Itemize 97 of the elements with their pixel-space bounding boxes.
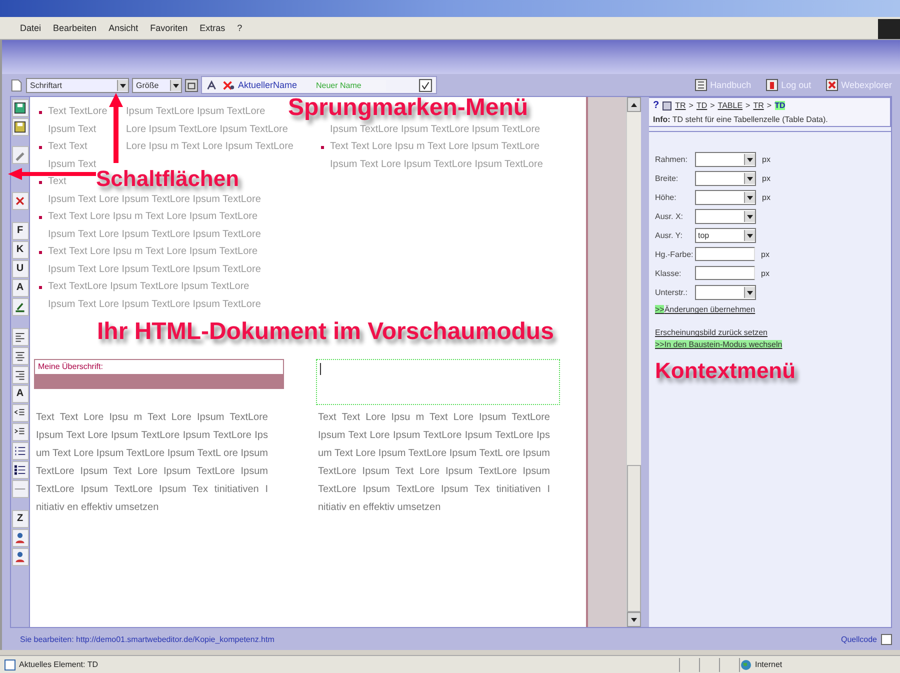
confirm-icon[interactable] bbox=[419, 78, 432, 92]
paragraph: Text Text Lore Ipsu m Text Lore Ipsum TextLore Ipsum Text Lore Ipsum TextLore Ipsum TextLore Ips um Text Lore Ipsum TextLore Ipsum TextL ore Ipsum TextLore Ipsum Text Lore Ipsum TextLore Ipsum TextLore Ipsum TextLore Ipsum Tex tinitiativen I nitiativ en effektiv umsetzen bbox=[317, 411, 550, 516]
separator: > bbox=[766, 101, 772, 110]
text-line: Ipsum Text Lore Ipsum TextLore Ipsum TextLore bbox=[47, 262, 261, 277]
format-button[interactable]: Z bbox=[12, 510, 28, 528]
select-field[interactable] bbox=[695, 208, 756, 224]
text-line: Lore Ipsu m Text Lore Ipsum TextLore bbox=[126, 140, 294, 154]
status-text: Aktuelles Element: TD bbox=[19, 660, 98, 670]
size-select[interactable]: Größe bbox=[132, 78, 182, 93]
annotation-label: Sprungmarken-Menü bbox=[288, 96, 528, 120]
menu-item[interactable]: ? bbox=[237, 23, 242, 33]
separator: > bbox=[710, 101, 715, 110]
field-label: Höhe: bbox=[655, 192, 678, 202]
person-icon[interactable] bbox=[12, 529, 28, 548]
separator: > bbox=[688, 101, 694, 110]
select-field[interactable] bbox=[695, 190, 756, 205]
separator: > bbox=[746, 101, 750, 110]
font-select[interactable]: Schriftart bbox=[26, 78, 129, 93]
bulleted-icon[interactable] bbox=[12, 461, 28, 480]
breadcrumb-link[interactable]: TD bbox=[774, 101, 786, 110]
unit-label: px bbox=[762, 174, 770, 183]
align-center-icon[interactable] bbox=[12, 347, 28, 366]
annotation-label: Ihr HTML-Dokument im Vorschaumodus bbox=[97, 320, 554, 344]
menu-item[interactable]: Extras bbox=[200, 23, 226, 33]
text-line: Ipsum Text Lore Ipsum TextLore Ipsum TextLore bbox=[329, 158, 543, 172]
action-link[interactable]: >>Änderungen übernehmen bbox=[655, 305, 756, 314]
text-line: Ipsum Text Lore Ipsum TextLore Ipsum TextLore bbox=[47, 298, 261, 312]
checkbox[interactable] bbox=[881, 634, 892, 645]
annotation-label: Kontextmenü bbox=[655, 360, 796, 382]
text-line: Lore Ipsum TextLore Ipsum TextLore bbox=[126, 122, 288, 137]
breadcrumb-link[interactable]: TR bbox=[675, 101, 686, 110]
info-label: Info: bbox=[653, 115, 670, 124]
select-field[interactable] bbox=[695, 284, 756, 300]
text-line: Ipsum TextLore Ipsum TextLore bbox=[126, 105, 266, 120]
field-label: Hg.-Farbe: bbox=[655, 250, 694, 259]
heading-box: Meine Überschrift: bbox=[34, 359, 284, 376]
menu-item[interactable]: Ansicht bbox=[108, 23, 138, 33]
paragraph: Text Text Lore Ipsu m Text Lore Ipsum TextLore Ipsum Text Lore Ipsum TextLore Ipsum TextLore Ips um Text Lore Ipsum TextLore Ipsum TextL ore Ipsum TextLore Ipsum Text Lore Ipsum TextLore Ipsum TextLore Ipsum TextLore Ipsum Tex tinitiativen I nitiativ en effektiv umsetzen bbox=[35, 411, 268, 516]
action-link[interactable]: Erscheinungsbild zurück setzen bbox=[655, 328, 768, 338]
help-icon[interactable]: ? bbox=[653, 100, 660, 112]
text-line: Ipsum TextLore Ipsum TextLore Ipsum TextLore bbox=[329, 122, 540, 137]
unit-label: px bbox=[761, 268, 770, 278]
align-left-icon[interactable] bbox=[12, 328, 28, 346]
select-field[interactable] bbox=[695, 170, 756, 186]
delete-icon[interactable] bbox=[222, 78, 235, 92]
menu-item[interactable]: Datei bbox=[20, 23, 42, 33]
select-field[interactable]: top bbox=[695, 228, 756, 243]
text-line: Ipsum Text Lore Ipsum TextLore Ipsum TextLore bbox=[47, 228, 261, 242]
save-as-icon[interactable] bbox=[12, 118, 28, 136]
format-button[interactable]: F bbox=[12, 222, 28, 240]
info-text: TD steht für eine Tabellenzelle (Table Data). bbox=[672, 115, 828, 124]
select-field[interactable] bbox=[695, 152, 756, 167]
menu-item[interactable]: Favoriten bbox=[150, 23, 188, 33]
field-label: Unterstr.: bbox=[655, 288, 688, 297]
refresh-icon[interactable] bbox=[185, 78, 198, 92]
field-label: Breite: bbox=[655, 174, 680, 183]
pointer-arrow bbox=[109, 93, 123, 163]
annotation-label: Schaltflächen bbox=[96, 168, 240, 190]
zone-text: Internet bbox=[755, 660, 782, 670]
unit-label: px bbox=[762, 192, 770, 202]
pen-icon[interactable] bbox=[12, 146, 28, 164]
format-button[interactable]: A bbox=[12, 279, 28, 298]
unit-label: px bbox=[762, 154, 770, 164]
checkbox-label: Quellcode bbox=[840, 634, 877, 644]
menu-item[interactable]: Bearbeiten bbox=[53, 23, 97, 33]
scrollbar[interactable] bbox=[626, 97, 641, 628]
page-icon bbox=[4, 658, 16, 671]
text-line: Ipsum Text bbox=[47, 122, 98, 137]
format-button[interactable]: K bbox=[12, 241, 28, 260]
input-field[interactable] bbox=[695, 247, 755, 262]
field-label: Klasse: bbox=[655, 268, 682, 278]
numbered-icon[interactable] bbox=[12, 442, 28, 460]
current-name: AktuellerName bbox=[238, 80, 298, 90]
page-icon[interactable] bbox=[10, 78, 23, 92]
breadcrumb-link[interactable]: TR bbox=[753, 101, 764, 110]
breadcrumb-link[interactable]: TABLE bbox=[718, 101, 743, 110]
door-icon bbox=[766, 79, 778, 92]
input-field[interactable] bbox=[695, 266, 755, 280]
breadcrumb-link[interactable]: TD bbox=[696, 101, 708, 110]
format-button[interactable]: U bbox=[12, 260, 28, 278]
field-label: Ausr. X: bbox=[655, 212, 684, 221]
format-button[interactable]: A bbox=[12, 385, 28, 404]
action-link[interactable]: >>In den Baustein-Modus wechseln bbox=[655, 340, 782, 350]
indent-icon[interactable] bbox=[12, 423, 28, 442]
close-icon bbox=[826, 79, 838, 92]
field-label: Ausr. Y: bbox=[655, 230, 684, 240]
unit-label: px bbox=[761, 250, 770, 259]
outdent-icon[interactable] bbox=[12, 404, 28, 422]
globe-icon bbox=[740, 658, 752, 671]
field-label: Rahmen: bbox=[655, 154, 688, 164]
editing-url: Sie bearbeiten: http://demo01.smartwebeditor.de/Kopie_kompetenz.htm bbox=[20, 634, 276, 644]
text-line: Ipsum Text Lore Ipsum TextLore Ipsum TextLore bbox=[47, 192, 261, 207]
align-right-icon[interactable] bbox=[12, 366, 28, 384]
text-line: Ipsum Text bbox=[47, 158, 96, 172]
person-icon[interactable] bbox=[12, 548, 28, 566]
save-icon[interactable] bbox=[12, 99, 28, 118]
brush-icon[interactable] bbox=[12, 298, 28, 316]
